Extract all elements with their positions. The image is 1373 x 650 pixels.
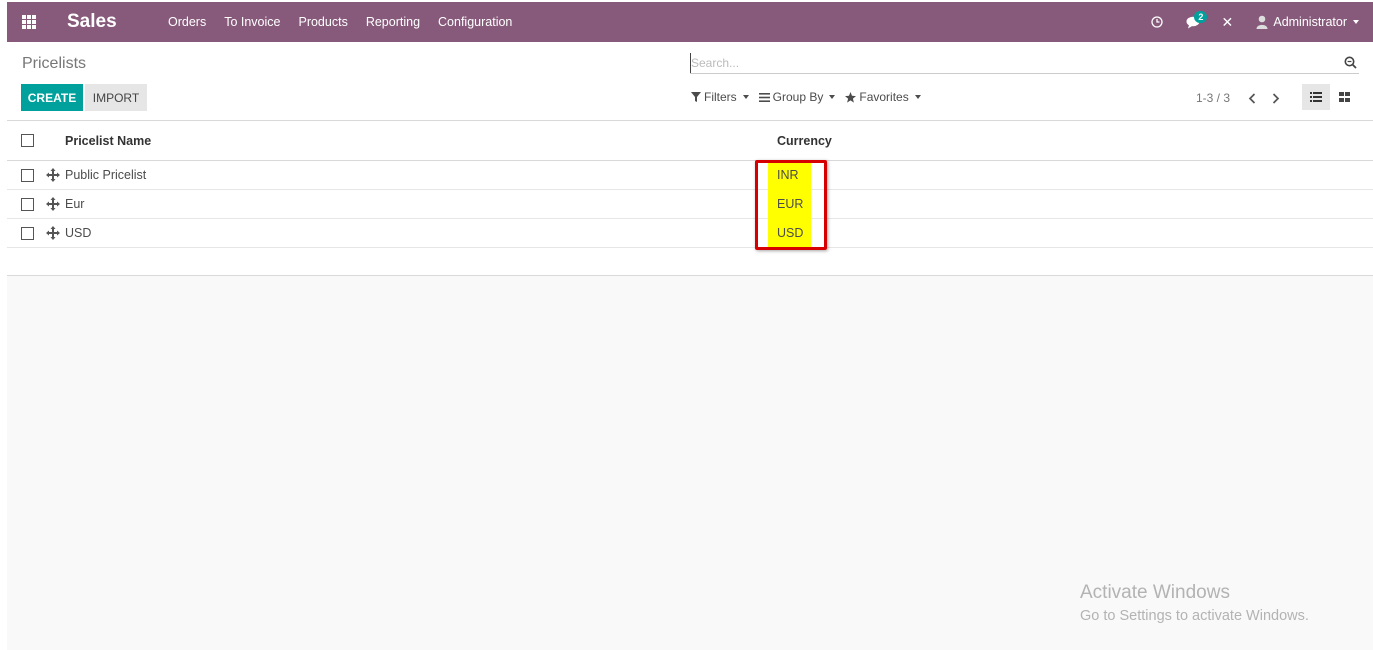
- chevron-down-icon: [914, 95, 921, 99]
- activate-windows-watermark: Activate Windows Go to Settings to activ…: [1080, 582, 1309, 624]
- table-row[interactable]: USD: [7, 219, 1373, 248]
- group-by-dropdown[interactable]: Group By: [758, 90, 836, 104]
- main-menu: Orders To Invoice Products Reporting Con…: [159, 2, 521, 42]
- debug-tools-icon[interactable]: ✕: [1220, 2, 1234, 42]
- systray: 2 ✕ Administrator: [1150, 2, 1359, 42]
- menu-item-reporting[interactable]: Reporting: [357, 15, 429, 29]
- search-options: Filters Group By Favorites: [691, 90, 931, 104]
- drag-handle-icon[interactable]: [46, 168, 60, 182]
- cell-currency: EUR: [777, 197, 804, 211]
- table-footer: [7, 248, 1373, 276]
- watermark-subtitle: Go to Settings to activate Windows.: [1080, 608, 1309, 624]
- chat-icon[interactable]: 2: [1178, 2, 1210, 42]
- filters-dropdown[interactable]: Filters: [691, 90, 749, 104]
- chevron-down-icon: [829, 95, 836, 99]
- cell-currency: INR: [777, 168, 799, 182]
- user-menu[interactable]: Administrator: [1256, 15, 1359, 29]
- view-switcher: [1302, 84, 1358, 110]
- select-all-checkbox[interactable]: [21, 134, 34, 147]
- drag-handle-icon[interactable]: [46, 197, 60, 211]
- row-checkbox[interactable]: [21, 227, 34, 240]
- cell-pricelist-name: Eur: [65, 197, 85, 211]
- menu-item-to-invoice[interactable]: To Invoice: [215, 15, 289, 29]
- menu-item-orders[interactable]: Orders: [159, 15, 215, 29]
- import-button[interactable]: IMPORT: [85, 84, 147, 111]
- menu-item-products[interactable]: Products: [289, 15, 356, 29]
- breadcrumb: Pricelists: [22, 55, 87, 72]
- filters-label: Filters: [704, 90, 737, 104]
- search-bar: [690, 52, 1359, 74]
- column-header-pricelist-name[interactable]: Pricelist Name: [65, 134, 151, 148]
- group-by-label: Group By: [772, 90, 824, 104]
- favorites-label: Favorites: [859, 90, 909, 104]
- pricelist-table: Pricelist Name Currency Public Pricelist…: [7, 121, 1373, 276]
- chevron-right-icon[interactable]: [1268, 90, 1284, 106]
- pager-value[interactable]: 1-3 / 3: [1196, 91, 1230, 105]
- table-row[interactable]: Public Pricelist: [7, 161, 1373, 190]
- menu-item-configuration[interactable]: Configuration: [429, 15, 521, 29]
- cell-pricelist-name: USD: [65, 226, 92, 240]
- bars-icon: [758, 92, 770, 102]
- table-row[interactable]: Eur: [7, 190, 1373, 219]
- favorites-dropdown[interactable]: Favorites: [845, 90, 921, 104]
- chevron-left-icon[interactable]: [1244, 90, 1260, 106]
- kanban-view-icon[interactable]: [1330, 84, 1358, 110]
- list-view-icon[interactable]: [1302, 84, 1330, 110]
- watermark-title: Activate Windows: [1080, 582, 1230, 603]
- row-checkbox[interactable]: [21, 198, 34, 211]
- drag-handle-icon[interactable]: [46, 226, 60, 240]
- search-icon[interactable]: [1344, 56, 1357, 69]
- cell-currency: USD: [777, 226, 804, 240]
- control-panel: Pricelists CREATE IMPORT Filters Group B…: [7, 42, 1373, 121]
- user-icon: [1256, 15, 1268, 29]
- search-input[interactable]: [690, 52, 1330, 73]
- filter-icon: [691, 92, 701, 102]
- app-window: Sales Orders To Invoice Products Reporti…: [7, 2, 1373, 650]
- chat-counter-badge: 2: [1194, 11, 1208, 23]
- create-button[interactable]: CREATE: [21, 84, 83, 111]
- top-navbar: Sales Orders To Invoice Products Reporti…: [7, 2, 1373, 42]
- pager: 1-3 / 3: [1196, 90, 1292, 106]
- chevron-down-icon: [1353, 20, 1359, 24]
- app-title[interactable]: Sales: [67, 11, 117, 33]
- star-icon: [845, 91, 857, 103]
- chevron-down-icon: [742, 95, 749, 99]
- apps-grid-icon[interactable]: [22, 15, 36, 29]
- clock-icon[interactable]: [1150, 2, 1164, 42]
- row-checkbox[interactable]: [21, 169, 34, 182]
- user-name: Administrator: [1273, 15, 1347, 29]
- table-header: Pricelist Name Currency: [7, 121, 1373, 161]
- cell-pricelist-name: Public Pricelist: [65, 168, 147, 182]
- column-header-currency[interactable]: Currency: [777, 134, 832, 148]
